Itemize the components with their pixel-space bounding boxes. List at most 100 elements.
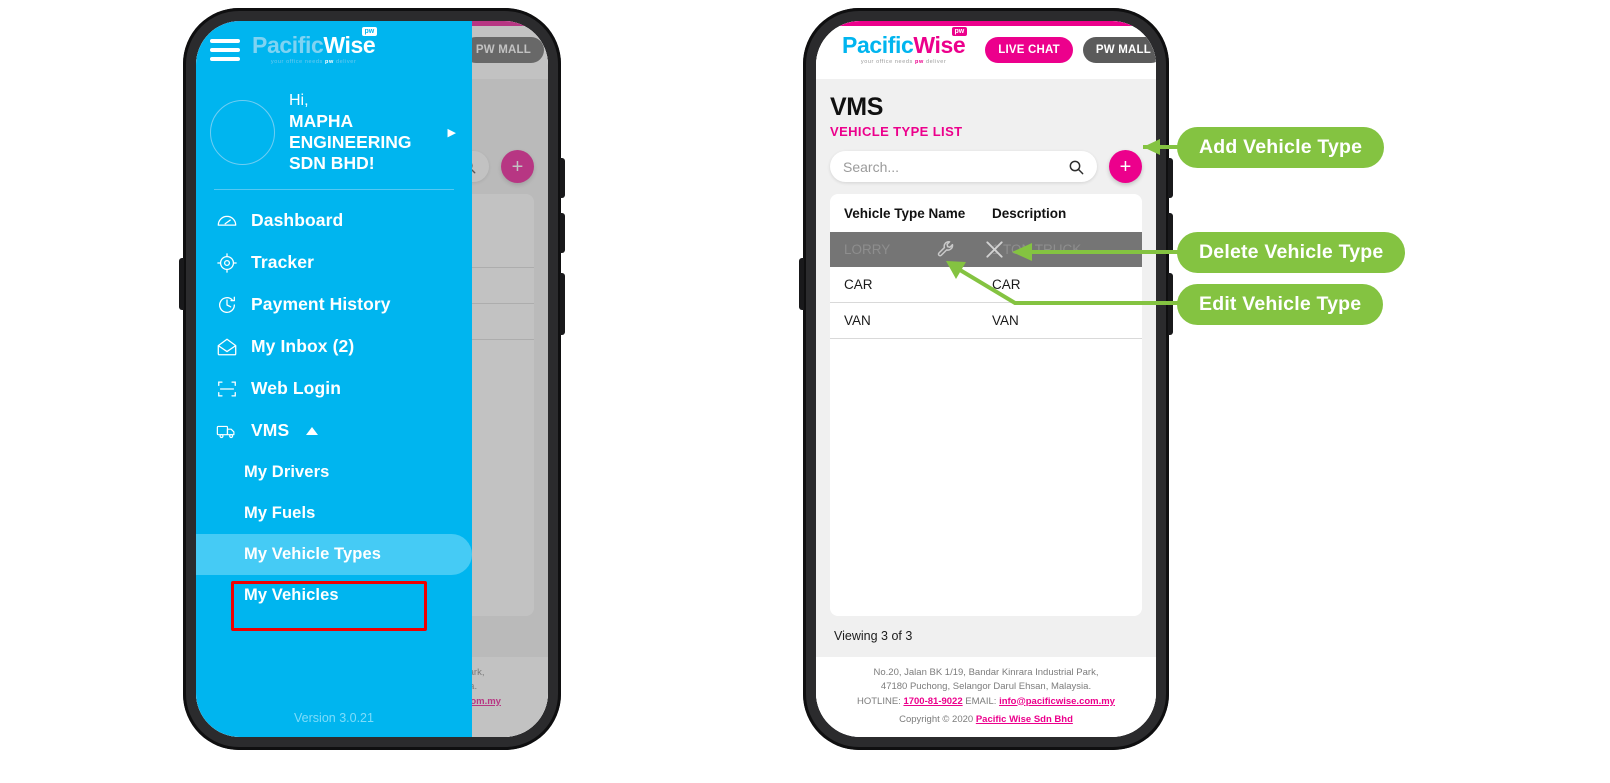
- email-link[interactable]: info@pacificwise.com.my: [999, 696, 1115, 707]
- viewing-count: Viewing 3 of 3: [834, 629, 913, 643]
- sidebar-item-label: Payment History: [251, 294, 391, 315]
- vehicle-type-list-page: PacificWise pw your office needs pw deli…: [816, 21, 1156, 737]
- phone-right-power-button[interactable]: [1168, 273, 1173, 335]
- left-phone-screen: PacificWise pw your office needs pw deli…: [196, 21, 548, 737]
- cell-name: CAR: [844, 277, 873, 292]
- logo-tagline: your office needs pw deliver: [270, 59, 357, 66]
- column-header-description: Description: [992, 206, 1067, 221]
- screenshot-stage: PacificWise pw your office needs pw deli…: [0, 0, 1610, 783]
- logo-pw-badge: pw: [361, 27, 378, 37]
- sidebar-item-label: Web Login: [251, 378, 342, 399]
- envelope-icon: [216, 336, 238, 358]
- column-header-name: Vehicle Type Name: [844, 206, 966, 221]
- sidebar-item-label: My Fuels: [244, 503, 316, 522]
- sidebar-item-label: Dashboard: [251, 210, 344, 231]
- phone-right-volume-button-1[interactable]: [560, 158, 565, 198]
- phone-left-side-button[interactable]: [179, 258, 184, 310]
- search-row: +: [830, 150, 1142, 183]
- sidebar-item-my-inbox[interactable]: My Inbox (2): [196, 326, 472, 368]
- avatar: [210, 100, 275, 166]
- pacificwise-logo: PacificWise pw your office needs pw deli…: [842, 27, 968, 66]
- dashboard-gauge-icon: [216, 210, 238, 232]
- callout-delete-vehicle-type: Delete Vehicle Type: [1177, 232, 1406, 273]
- logo-text-wise: Wise: [323, 32, 376, 59]
- page-title: VMS: [830, 93, 883, 121]
- sidebar-item-payment-history[interactable]: Payment History: [196, 284, 472, 326]
- callout-edit-vehicle-type: Edit Vehicle Type: [1177, 284, 1384, 325]
- logo-text-pacific: Pacific: [252, 32, 324, 59]
- search-input-wrapper[interactable]: [830, 151, 1097, 182]
- sidebar-item-web-login[interactable]: Web Login: [196, 368, 472, 410]
- right-phone-screen: PacificWise pw your office needs pw deli…: [816, 21, 1156, 737]
- add-vehicle-type-button[interactable]: +: [1109, 150, 1142, 183]
- right-phone-frame: PacificWise pw your office needs pw deli…: [799, 8, 1173, 750]
- sidebar-item-my-vehicle-types[interactable]: My Vehicle Types: [196, 533, 472, 575]
- sidebar-item-my-drivers[interactable]: My Drivers: [196, 452, 472, 493]
- logo-tagline: your office needs pw deliver: [860, 59, 947, 66]
- cell-name: VAN: [844, 313, 871, 328]
- page-body: VMS VEHICLE TYPE LIST + Vehicle Type Nam…: [816, 79, 1156, 657]
- sidebar-item-label: My Vehicle Types: [244, 544, 382, 563]
- web-login-frame-icon: [216, 378, 238, 400]
- topbar: PacificWise pw your office needs pw deli…: [816, 21, 1156, 79]
- tracker-target-icon: [216, 252, 238, 274]
- hamburger-icon[interactable]: [210, 39, 240, 61]
- drawer-profile[interactable]: Hi, MAPHA ENGINEERING SDN BHD! ▶: [196, 79, 472, 189]
- logo-pw-badge: pw: [951, 27, 968, 37]
- table-row[interactable]: CAR CAR: [830, 267, 1142, 303]
- navigation-drawer: PacificWise pw your office needs pw deli…: [196, 21, 472, 737]
- table-header-row: Vehicle Type Name Description: [830, 194, 1142, 232]
- pacificwise-logo: PacificWise pw your office needs pw deli…: [252, 27, 378, 66]
- cell-description: CAR: [992, 277, 1021, 292]
- sidebar-item-my-fuels[interactable]: My Fuels: [196, 493, 472, 534]
- drawer-topbar: PacificWise pw your office needs pw deli…: [196, 21, 472, 79]
- phone-right-volume-button-1[interactable]: [1168, 158, 1173, 198]
- logo-text-wise: Wise: [913, 32, 966, 59]
- wrench-icon[interactable]: [936, 239, 957, 260]
- phone-right-power-button[interactable]: [560, 273, 565, 335]
- phone-right-volume-button-2[interactable]: [1168, 213, 1173, 253]
- truck-icon: [216, 420, 238, 442]
- sidebar-item-tracker[interactable]: Tracker: [196, 242, 472, 284]
- clock-history-icon: [216, 294, 238, 316]
- left-phone-frame: PacificWise pw your office needs pw deli…: [179, 8, 565, 750]
- sidebar-item-label: My Drivers: [244, 462, 330, 481]
- cell-description: VAN: [992, 313, 1019, 328]
- drawer-greeting-block: Hi, MAPHA ENGINEERING SDN BHD!: [289, 91, 434, 175]
- drawer-divider: [214, 188, 454, 190]
- app-version-label: Version 3.0.21: [294, 711, 374, 725]
- footer-contact-line: HOTLINE: 1700-81-9022 EMAIL: info@pacifi…: [857, 695, 1115, 707]
- logo-text-pacific: Pacific: [842, 32, 914, 59]
- caret-right-icon[interactable]: ▶: [448, 126, 462, 139]
- sidebar-item-dashboard[interactable]: Dashboard: [196, 200, 472, 242]
- callout-add-vehicle-type: Add Vehicle Type: [1177, 127, 1385, 168]
- search-icon: [1069, 160, 1084, 174]
- pw-mall-button[interactable]: PW MALL: [1082, 37, 1156, 63]
- page-footer: No.20, Jalan BK 1/19, Bandar Kinrara Ind…: [816, 657, 1156, 737]
- footer-address-line-1: No.20, Jalan BK 1/19, Bandar Kinrara Ind…: [873, 667, 1099, 678]
- sidebar-item-label: My Inbox (2): [251, 336, 355, 357]
- sidebar-item-my-vehicles[interactable]: My Vehicles: [196, 575, 472, 616]
- search-input[interactable]: [843, 158, 1068, 175]
- phone-left-side-button[interactable]: [799, 258, 804, 310]
- footer-address-line-2: 47180 Puchong, Selangor Darul Ehsan, Mal…: [880, 681, 1092, 693]
- table-row[interactable]: VAN VAN: [830, 303, 1142, 339]
- sidebar-item-label: Tracker: [251, 252, 314, 273]
- drawer-menu: Dashboard Tracker Payment History My Inb…: [196, 200, 472, 711]
- table-row[interactable]: LORRY 1 TON TRUCK: [830, 232, 1142, 267]
- sidebar-item-vms[interactable]: VMS: [196, 410, 472, 452]
- live-chat-button[interactable]: LIVE CHAT: [985, 37, 1073, 63]
- close-x-icon[interactable]: [983, 238, 1006, 261]
- page-subtitle: VEHICLE TYPE LIST: [830, 124, 963, 139]
- sidebar-item-label: My Vehicles: [244, 585, 339, 604]
- phone-right-volume-button-2[interactable]: [560, 213, 565, 253]
- caret-up-icon[interactable]: [304, 420, 320, 442]
- company-link[interactable]: Pacific Wise Sdn Bhd: [976, 714, 1073, 725]
- footer-copyright: Copyright © 2020 Pacific Wise Sdn Bhd: [899, 713, 1073, 725]
- hotline-link[interactable]: 1700-81-9022: [903, 696, 962, 707]
- vehicle-type-card: Vehicle Type Name Description LORRY 1 TO…: [830, 194, 1142, 616]
- greeting-text: Hi,: [289, 92, 309, 109]
- sidebar-item-label: VMS: [251, 420, 290, 441]
- cell-name: LORRY: [844, 242, 891, 257]
- company-name-text: MAPHA ENGINEERING SDN BHD!: [289, 110, 412, 174]
